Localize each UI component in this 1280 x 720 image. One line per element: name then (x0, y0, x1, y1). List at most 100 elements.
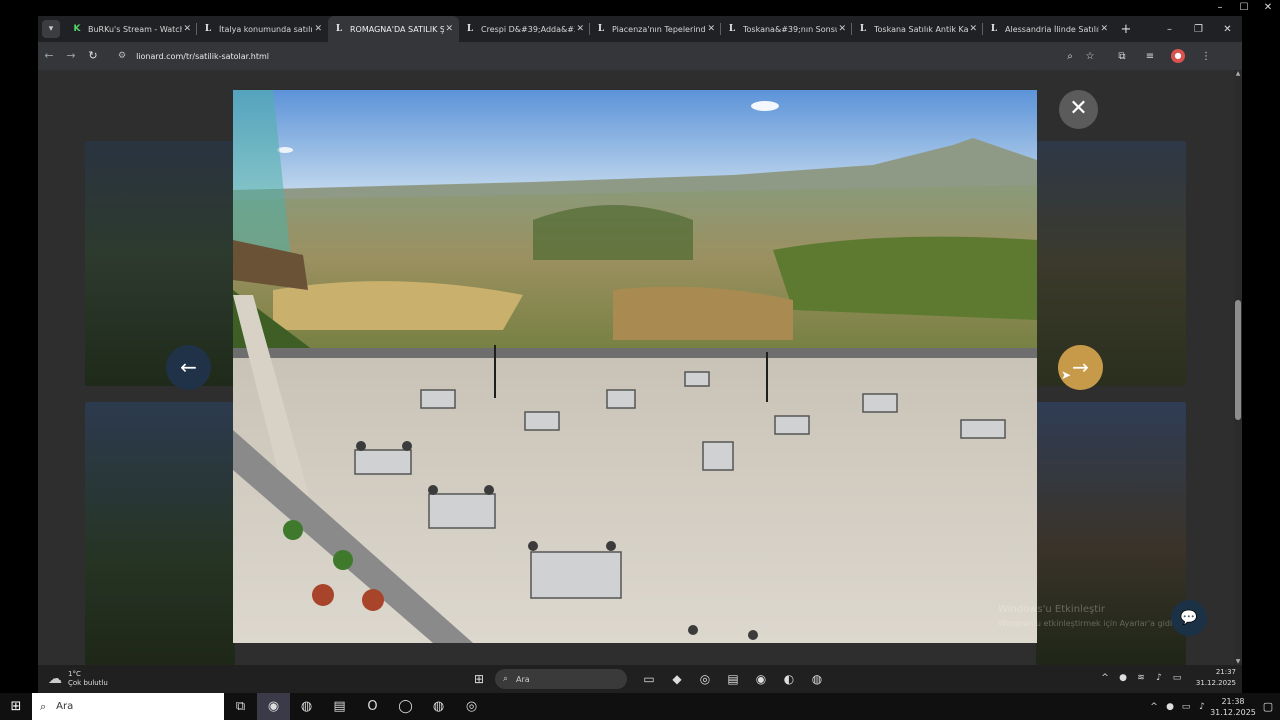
tab-title: Piacenza'nın Tepelerinde (612, 24, 706, 34)
search-icon: ⌕ (503, 674, 509, 684)
menu-icon[interactable]: ⋮ (1192, 51, 1220, 62)
task-view-icon[interactable]: ▭ (635, 668, 663, 690)
tab[interactable]: L Toskana Satılık Antik Kale ✕ (852, 16, 983, 42)
clock-time: 21:38 (1221, 696, 1245, 706)
browser-restore-icon[interactable]: ❐ (1184, 24, 1213, 35)
tab-close-icon[interactable]: ✕ (1100, 24, 1108, 34)
tab-favicon: L (728, 24, 736, 34)
tab-close-icon[interactable]: ✕ (576, 24, 584, 34)
tab-favicon: L (990, 24, 998, 34)
taskbar-apps: ⊞ ⌕ Ara ▭ ◆ ◎ ▤ ◉ ◐ ◍ (465, 668, 831, 690)
weather-widget[interactable]: ☁ 1°C Çok bulutlu (48, 670, 108, 688)
recording-app-icon[interactable]: ◉ (257, 693, 290, 720)
back-button[interactable]: ← (38, 45, 60, 67)
mic-icon[interactable]: ● (1162, 702, 1178, 712)
close-icon[interactable]: ✕ (1256, 0, 1280, 16)
volume-icon[interactable]: ♪ (1150, 673, 1168, 683)
firefox-icon[interactable]: ◍ (290, 693, 323, 720)
search-label: Ara (56, 701, 74, 712)
opera-icon[interactable]: O (356, 693, 389, 720)
opera-gx-icon[interactable]: ◯ (389, 693, 422, 720)
previous-image-button[interactable]: ← (166, 345, 211, 390)
outer-window-controls: – ☐ ✕ (1208, 0, 1280, 16)
tab-close-icon[interactable]: ✕ (445, 24, 453, 34)
os-search-box[interactable]: ⌕ Ara (32, 693, 224, 720)
minimize-icon[interactable]: – (1208, 0, 1232, 16)
firefox-dev-icon[interactable]: ◍ (422, 693, 455, 720)
battery-icon[interactable]: ▭ (1168, 673, 1186, 683)
media-icon[interactable]: ≡ (1136, 51, 1164, 62)
clock-time: 21:37 (1215, 668, 1236, 676)
discord-icon[interactable]: ◍ (803, 668, 831, 690)
tab-close-icon[interactable]: ✕ (838, 24, 846, 34)
taskbar-search[interactable]: ⌕ Ara (495, 669, 627, 689)
lightbox-image (233, 90, 1037, 643)
tab-close-icon[interactable]: ✕ (183, 24, 191, 34)
file-explorer-icon[interactable]: ▤ (719, 668, 747, 690)
task-view-icon[interactable]: ⧉ (224, 693, 257, 720)
zoom-icon[interactable]: ⌕ (1060, 51, 1080, 62)
reload-button[interactable]: ↻ (82, 45, 104, 67)
tab[interactable]: L Crespi D&#39;Adda&#39; ✕ (459, 16, 590, 42)
bookmark-star-icon[interactable]: ☆ (1080, 51, 1100, 62)
browser-window: ▾ K BuRKu's Stream - Watch ✕ L İtalya ko… (38, 16, 1242, 665)
scroll-up-icon[interactable]: ▲ (1234, 70, 1242, 77)
tab[interactable]: L Piacenza'nın Tepelerinde ✕ (590, 16, 721, 42)
tab-strip: ▾ K BuRKu's Stream - Watch ✕ L İtalya ko… (38, 16, 1242, 42)
url-text: lionard.com/tr/satilik-satolar.html (136, 51, 270, 61)
teams-icon[interactable]: ◎ (691, 668, 719, 690)
profile-avatar[interactable]: ● (1171, 49, 1185, 63)
taskbar-clock[interactable]: 21:37 31.12.2025 (1192, 667, 1236, 689)
tab-search-button[interactable]: ▾ (42, 20, 60, 38)
watermark-subtitle: Windows'u etkinleştirmek için Ayarlar'a … (998, 619, 1180, 628)
tab[interactable]: L İtalya konumunda satılık ✕ (197, 16, 328, 42)
browser-close-icon[interactable]: ✕ (1213, 24, 1242, 35)
lightbox-close-button[interactable]: ✕ (1059, 90, 1098, 129)
watermark-title: Windows'u Etkinleştir (998, 604, 1106, 615)
system-tray: ^ ● ≋ ♪ ▭ 21:37 31.12.2025 (1096, 667, 1236, 689)
extensions-icon[interactable]: ⧉ (1108, 51, 1136, 62)
windows-start-icon[interactable]: ⊞ (0, 693, 32, 720)
new-tab-button[interactable]: + (1114, 22, 1138, 37)
tab-close-icon[interactable]: ✕ (969, 24, 977, 34)
recorded-taskbar: ☁ 1°C Çok bulutlu ⊞ ⌕ Ara ▭ ◆ ◎ ▤ ◉ ◐ ◍ … (38, 665, 1242, 693)
copilot-icon[interactable]: ◆ (663, 668, 691, 690)
tab-favicon: L (597, 24, 605, 34)
forward-button[interactable]: → (60, 45, 82, 67)
tab-close-icon[interactable]: ✕ (707, 24, 715, 34)
tab[interactable]: L Alessandria İlinde Satılık ✕ (983, 16, 1114, 42)
address-bar[interactable]: ⚙ lionard.com/tr/satilik-satolar.html ⌕ … (110, 46, 1100, 66)
file-explorer-icon[interactable]: ▤ (323, 693, 356, 720)
tab-title: ROMAGNA'DA SATILIK Ş (350, 24, 444, 34)
tab-favicon: L (466, 24, 474, 34)
windows-activation-watermark: Windows'u Etkinleştir Windows'u etkinleş… (998, 603, 1198, 631)
scroll-thumb[interactable] (1235, 300, 1241, 420)
tab-title: Toskana&#39;nın Sonsuz (743, 24, 837, 34)
tray-overflow-icon[interactable]: ^ (1146, 702, 1162, 712)
photos-icon[interactable]: ◉ (747, 668, 775, 690)
tab-title: İtalya konumunda satılık (219, 24, 313, 34)
tray-overflow-icon[interactable]: ^ (1096, 673, 1114, 683)
mic-icon[interactable]: ● (1114, 673, 1132, 683)
windows-start-icon[interactable]: ⊞ (465, 668, 493, 690)
tab-close-icon[interactable]: ✕ (314, 24, 322, 34)
clock-date: 31.12.2025 (1210, 707, 1256, 717)
chrome-icon[interactable]: ◐ (775, 668, 803, 690)
network-icon[interactable]: ▭ (1178, 702, 1194, 712)
browser-minimize-icon[interactable]: – (1155, 24, 1184, 35)
volume-icon[interactable]: ♪ (1194, 702, 1210, 712)
chat-icon[interactable]: 💬 (1171, 600, 1207, 636)
tab[interactable]: L Toskana&#39;nın Sonsuz ✕ (721, 16, 852, 42)
wifi-icon[interactable]: ≋ (1132, 673, 1150, 683)
os-clock[interactable]: 21:38 31.12.2025 (1210, 696, 1256, 718)
obs-icon[interactable]: ◎ (455, 693, 488, 720)
cloud-icon: ☁ (48, 670, 62, 687)
tab-favicon: L (204, 24, 212, 34)
tab[interactable]: K BuRKu's Stream - Watch ✕ (66, 16, 197, 42)
site-info-icon[interactable]: ⚙ (118, 51, 126, 61)
notification-icon[interactable]: ▢ (1256, 700, 1280, 713)
scroll-down-icon[interactable]: ▼ (1234, 658, 1242, 665)
tab-active[interactable]: L ROMAGNA'DA SATILIK Ş ✕ (328, 16, 459, 42)
maximize-icon[interactable]: ☐ (1232, 0, 1256, 16)
page-scrollbar[interactable]: ▲ ▼ (1234, 70, 1242, 665)
